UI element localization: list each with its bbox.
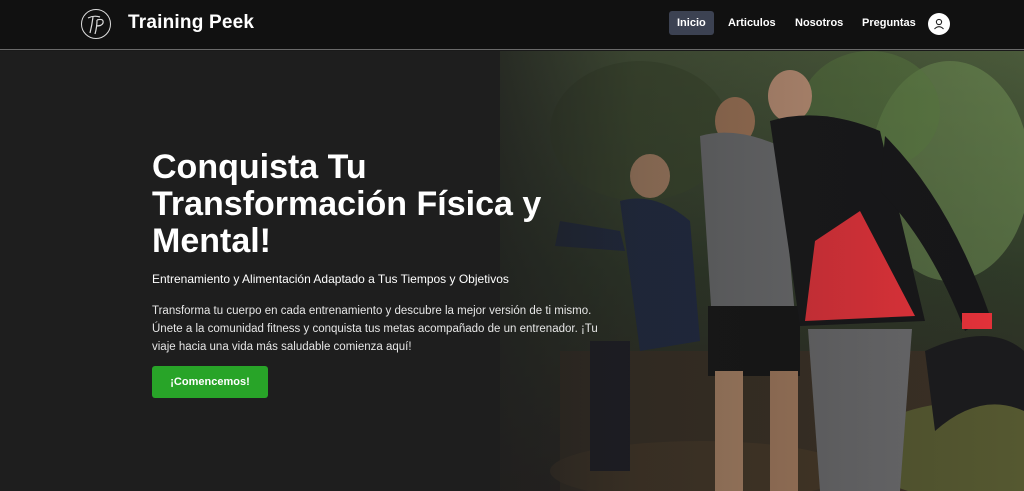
tp-monogram-logo[interactable] <box>80 8 112 40</box>
nav-item-inicio[interactable]: Inicio <box>669 11 714 35</box>
hero-description: Transforma tu cuerpo en cada entrenamien… <box>152 305 598 353</box>
brand-name[interactable]: Training Peek <box>128 12 254 34</box>
nav-item-preguntas[interactable]: Preguntas <box>854 11 924 35</box>
hero-title: Conquista Tu Transformación Física y Men… <box>152 148 542 260</box>
nav-item-nosotros[interactable]: Nosotros <box>787 11 851 35</box>
navbar: Training Peek Inicio Articulos Nosotros … <box>0 0 1024 50</box>
user-icon <box>934 18 944 30</box>
user-button[interactable] <box>928 13 950 35</box>
nav-item-articulos[interactable]: Articulos <box>720 11 784 35</box>
hero-photo <box>0 51 1024 491</box>
hero-subtitle: Entrenamiento y Alimentación Adaptado a … <box>152 272 509 286</box>
start-button[interactable]: ¡Comencemos! <box>152 366 268 398</box>
hero-section: Conquista Tu Transformación Física y Men… <box>0 51 1024 491</box>
